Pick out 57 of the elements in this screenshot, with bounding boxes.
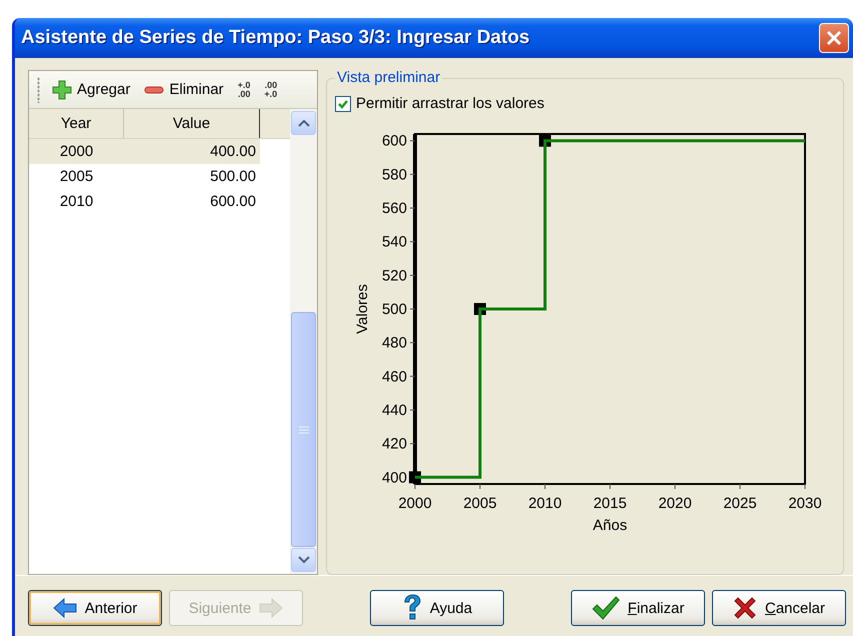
arrow-left-icon bbox=[52, 598, 77, 618]
column-header[interactable]: Value bbox=[124, 109, 260, 138]
scroll-up-button[interactable] bbox=[291, 111, 316, 135]
cancel-button[interactable]: Cancelar bbox=[712, 590, 846, 626]
scroll-down-button[interactable] bbox=[291, 548, 316, 572]
checkbox[interactable] bbox=[335, 96, 351, 112]
y-tick-label: 580 bbox=[382, 166, 407, 184]
table-row[interactable]: 2000 400.00 bbox=[29, 139, 260, 164]
x-tick-label: 2005 bbox=[463, 495, 497, 512]
increase-decimals-button[interactable]: +.0 .00 bbox=[236, 80, 252, 98]
remove-button[interactable]: Eliminar bbox=[142, 79, 226, 100]
x-tick-label: 2015 bbox=[593, 495, 627, 512]
table-cell-text: 2000 bbox=[58, 142, 94, 162]
x-tick-label: 2030 bbox=[788, 495, 822, 512]
x-tick-label: 2020 bbox=[658, 495, 692, 512]
scrollbar[interactable] bbox=[290, 109, 317, 574]
x-axis-label: Años bbox=[592, 517, 628, 534]
x-tick-label: 2025 bbox=[723, 495, 757, 512]
table-cell-text: 500.00 bbox=[209, 167, 257, 187]
checkmark-icon bbox=[592, 596, 620, 620]
table-cell-text: 2005 bbox=[58, 167, 94, 187]
table-cell-text: 2010 bbox=[58, 192, 94, 212]
y-tick-label: 480 bbox=[382, 334, 407, 352]
y-tick-label: 400 bbox=[382, 469, 407, 486]
table-cell-text: 600.00 bbox=[209, 192, 257, 212]
x-tick-label: 2010 bbox=[528, 495, 562, 512]
y-tick-label: 500 bbox=[382, 301, 407, 318]
chevron-up-icon bbox=[298, 119, 310, 127]
checkbox-label[interactable]: Permitir arrastrar los valores bbox=[356, 95, 544, 112]
plus-icon bbox=[52, 80, 72, 100]
minus-icon bbox=[144, 86, 164, 94]
y-tick-label: 520 bbox=[382, 267, 407, 284]
scroll-thumb[interactable] bbox=[291, 312, 316, 547]
table-cell-text: 400.00 bbox=[209, 142, 257, 162]
y-tick-label: 600 bbox=[382, 132, 407, 150]
y-tick-label: 460 bbox=[382, 368, 407, 386]
chevron-down-icon bbox=[298, 556, 310, 564]
column-header[interactable]: Year bbox=[29, 109, 124, 138]
y-axis-label: Valores bbox=[354, 284, 371, 334]
help-button[interactable]: Ayuda bbox=[370, 590, 504, 626]
y-tick-label: 560 bbox=[382, 200, 407, 218]
window-title: Asistente de Series de Tiempo: Paso 3/3: Ingresar Datos bbox=[21, 27, 530, 49]
back-button[interactable]: Anterior bbox=[28, 590, 162, 626]
arrow-right-icon bbox=[259, 598, 284, 618]
question-mark-icon bbox=[402, 594, 422, 622]
x-icon bbox=[732, 596, 757, 620]
close-button[interactable] bbox=[819, 23, 849, 53]
y-tick-label: 440 bbox=[382, 402, 407, 419]
x-tick-label: 2000 bbox=[398, 495, 432, 512]
decrease-decimals-button[interactable]: .00 +.0 bbox=[262, 80, 280, 98]
finish-button[interactable]: Finalizar bbox=[571, 590, 705, 626]
toolbar-grip[interactable] bbox=[37, 76, 40, 102]
group-title: Vista preliminar bbox=[335, 69, 442, 86]
y-tick-label: 420 bbox=[382, 436, 407, 453]
close-icon bbox=[826, 30, 842, 46]
y-tick-label: 540 bbox=[382, 234, 407, 251]
add-button[interactable]: Agregar bbox=[50, 78, 132, 102]
